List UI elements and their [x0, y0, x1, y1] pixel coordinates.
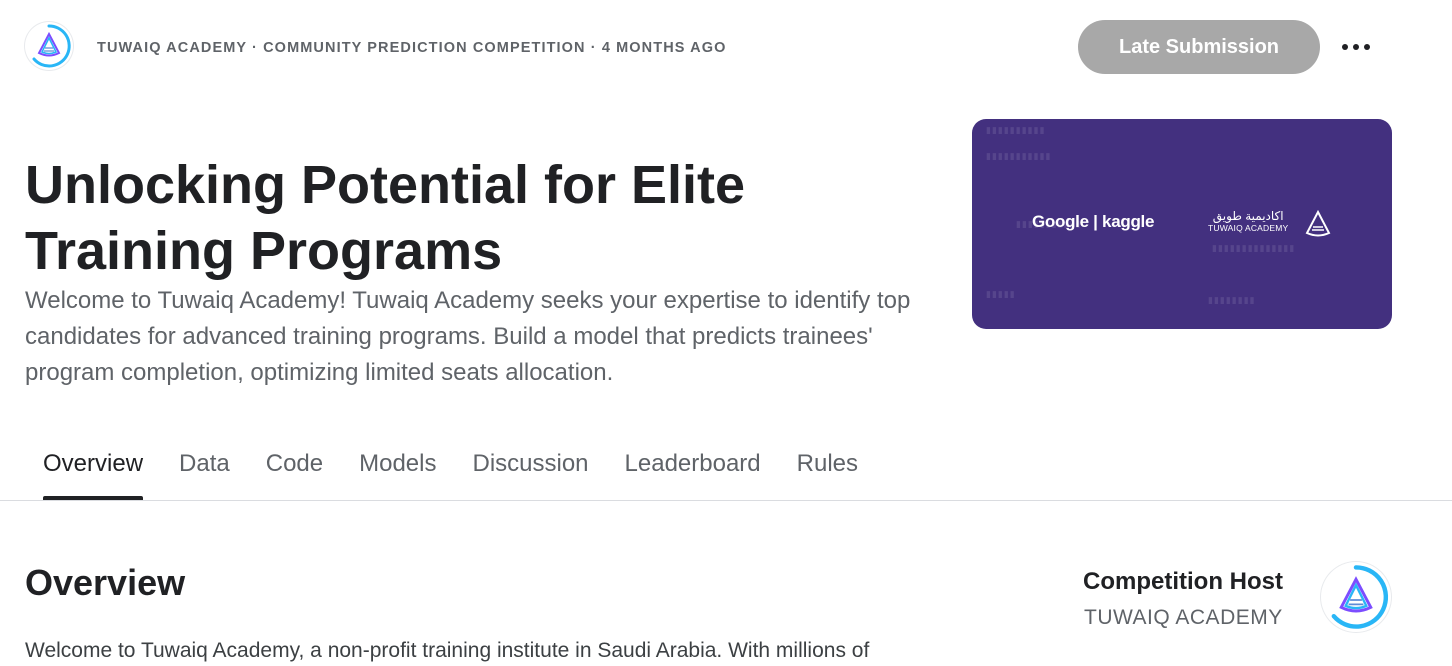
competition-banner: ▮▮▮▮▮▮▮▮▮▮ ▮▮▮▮▮▮▮▮▮▮▮ ▮▮▮▮▮▮▮▮▮▮▮ ▮▮▮▮▮… [972, 119, 1392, 329]
tuwaiq-wordmark: اكاديمية طويق TUWAIQ ACADEMY [1208, 209, 1289, 234]
page-title: Unlocking Potential for Elite Training P… [25, 155, 746, 281]
more-options-button[interactable] [1336, 30, 1376, 64]
competition-description: Welcome to Tuwaiq Academy! Tuwaiq Academ… [25, 287, 911, 386]
tuwaiq-academy-logo-icon [32, 24, 71, 68]
banner-pattern: ▮▮▮▮▮ [986, 289, 1016, 299]
tuwaiq-mark-icon [1305, 210, 1331, 237]
tab-discussion[interactable]: Discussion [454, 438, 606, 500]
competition-meta: TUWAIQ ACADEMY · COMMUNITY PREDICTION CO… [97, 40, 727, 56]
host-logo[interactable] [25, 22, 73, 70]
banner-pattern: ▮▮▮▮▮▮▮▮▮▮ [986, 125, 1046, 135]
tuwaiq-arabic-text: اكاديمية طويق [1212, 209, 1284, 223]
tuwaiq-academy-logo-icon [1331, 565, 1389, 629]
overview-body: Welcome to Tuwaiq Academy, a non-profit … [25, 639, 870, 662]
competition-host-name[interactable]: TUWAIQ ACADEMY [1084, 606, 1283, 630]
tab-overview[interactable]: Overview [25, 438, 161, 500]
more-horizontal-icon [1342, 44, 1370, 50]
google-kaggle-logo: Google | kaggle [1032, 212, 1155, 231]
tab-models[interactable]: Models [341, 438, 454, 500]
late-submission-button[interactable]: Late Submission [1078, 20, 1320, 74]
competition-host-avatar[interactable] [1321, 562, 1391, 632]
tab-rules[interactable]: Rules [779, 438, 876, 500]
competition-tabs: Overview Data Code Models Discussion Lea… [25, 438, 876, 500]
tuwaiq-english-text: TUWAIQ ACADEMY [1208, 223, 1289, 233]
banner-pattern: ▮▮▮▮▮▮▮▮ [1208, 295, 1256, 305]
competition-host-label: Competition Host [1083, 568, 1283, 595]
tabs-divider [0, 500, 1452, 501]
overview-heading: Overview [25, 562, 186, 603]
tab-data[interactable]: Data [161, 438, 248, 500]
banner-pattern: ▮▮▮▮▮▮▮▮▮▮▮▮▮▮ [1212, 243, 1296, 253]
banner-pattern: ▮▮▮▮▮▮▮▮▮▮▮ [986, 151, 1052, 161]
tab-code[interactable]: Code [248, 438, 341, 500]
tab-leaderboard[interactable]: Leaderboard [607, 438, 779, 500]
